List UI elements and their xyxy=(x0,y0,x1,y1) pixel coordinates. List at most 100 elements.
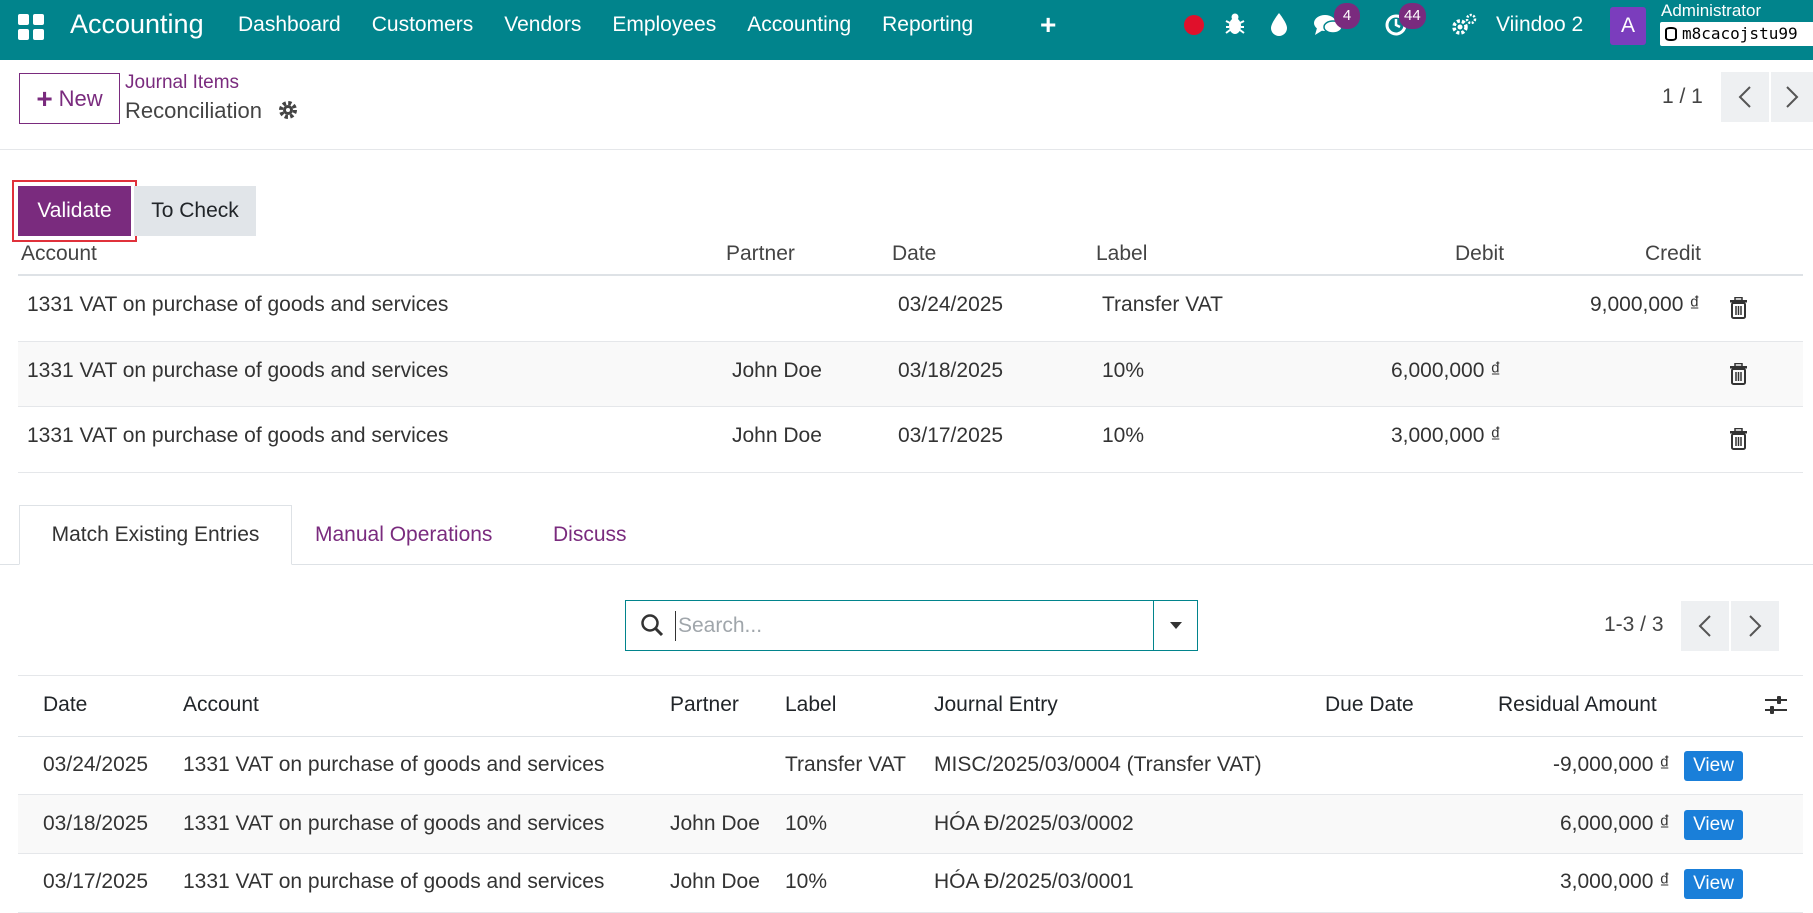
view-button[interactable]: View xyxy=(1684,810,1743,840)
tab-match-existing-entries[interactable]: Match Existing Entries xyxy=(19,505,292,565)
cell-label: 10% xyxy=(1102,424,1145,447)
cell-debit: 6,000,000 ₫ xyxy=(1390,359,1501,382)
menu-vendors[interactable]: Vendors xyxy=(504,13,581,37)
entries-previous-button[interactable] xyxy=(1681,601,1729,651)
company-switcher[interactable]: Viindoo 2 xyxy=(1496,13,1583,37)
tab-manual-operations[interactable]: Manual Operations xyxy=(315,523,492,547)
cell-debit: 3,000,000 ₫ xyxy=(1390,424,1501,447)
bug-icon[interactable] xyxy=(1224,12,1246,42)
main-menu: Dashboard Customers Vendors Employees Ac… xyxy=(238,13,1004,37)
record-icon[interactable] xyxy=(1184,15,1204,35)
caret-down-icon xyxy=(1169,622,1182,629)
cell-residual: 3,000,000 ₫ xyxy=(1559,870,1670,893)
cell-date: 03/18/2025 xyxy=(43,812,149,835)
new-button[interactable]: + New xyxy=(19,73,120,124)
cell-date: 03/24/2025 xyxy=(43,753,149,776)
cell-account: 1331 VAT on purchase of goods and servic… xyxy=(183,753,605,776)
col-journal-entry-header[interactable]: Journal Entry xyxy=(934,693,1058,717)
avatar[interactable]: A xyxy=(1610,7,1646,45)
row-divider xyxy=(18,406,1803,407)
cell-residual: 6,000,000 ₫ xyxy=(1559,812,1670,835)
col-partner-header[interactable]: Partner xyxy=(726,242,795,266)
to-check-button[interactable]: To Check xyxy=(134,186,256,236)
tab-discuss[interactable]: Discuss xyxy=(553,523,627,547)
optional-columns-icon[interactable] xyxy=(1764,694,1788,722)
cell-account: 1331 VAT on purchase of goods and servic… xyxy=(27,359,449,382)
drop-icon[interactable] xyxy=(1270,12,1288,42)
database-name: m8cacojstu99 xyxy=(1660,22,1813,46)
breadcrumb-journal-items[interactable]: Journal Items xyxy=(125,72,239,94)
cell-label: 10% xyxy=(1102,359,1145,382)
view-button[interactable]: View xyxy=(1684,869,1743,899)
col-debit-header[interactable]: Debit xyxy=(1455,242,1504,266)
col-date-header[interactable]: Date xyxy=(892,242,936,266)
database-label: m8cacojstu99 xyxy=(1682,24,1798,43)
cell-date: 03/18/2025 xyxy=(898,359,1004,382)
cell-credit: 9,000,000 ₫ xyxy=(1589,293,1700,316)
messages-badge: 4 xyxy=(1334,3,1360,29)
search-input[interactable] xyxy=(675,611,1135,641)
cell-journal-entry: HÓA Đ/2025/03/0001 xyxy=(934,870,1134,893)
cell-journal-entry: MISC/2025/03/0004 (Transfer VAT) xyxy=(934,753,1262,776)
pager-next-button[interactable] xyxy=(1771,72,1813,122)
cell-label: Transfer VAT xyxy=(785,753,906,776)
col-partner-header[interactable]: Partner xyxy=(670,693,739,717)
user-name[interactable]: Administrator xyxy=(1661,1,1761,21)
cell-journal-entry: HÓA Đ/2025/03/0002 xyxy=(934,812,1134,835)
activities-badge: 44 xyxy=(1399,3,1426,29)
plus-icon[interactable]: + xyxy=(1040,9,1056,41)
cell-date: 03/17/2025 xyxy=(898,424,1004,447)
entries-next-button[interactable] xyxy=(1731,601,1779,651)
menu-accounting[interactable]: Accounting xyxy=(747,13,851,37)
cell-label: Transfer VAT xyxy=(1102,293,1223,316)
record-pager: 1 / 1 xyxy=(1662,85,1703,108)
app-brand[interactable]: Accounting xyxy=(70,9,204,40)
cell-account: 1331 VAT on purchase of goods and servic… xyxy=(183,870,605,893)
trash-icon[interactable] xyxy=(1729,427,1748,456)
cell-account: 1331 VAT on purchase of goods and servic… xyxy=(27,293,449,316)
cell-account: 1331 VAT on purchase of goods and servic… xyxy=(183,812,605,835)
search-icon xyxy=(640,613,664,643)
cell-date: 03/17/2025 xyxy=(43,870,149,893)
col-account-header[interactable]: Account xyxy=(21,242,97,266)
menu-reporting[interactable]: Reporting xyxy=(882,13,973,37)
col-due-date-header[interactable]: Due Date xyxy=(1325,693,1414,717)
search-bar xyxy=(625,600,1154,651)
col-date-header[interactable]: Date xyxy=(43,693,87,717)
search-options-dropdown[interactable] xyxy=(1153,600,1198,651)
app-menu-icon[interactable] xyxy=(18,14,44,40)
col-credit-header[interactable]: Credit xyxy=(1645,242,1701,266)
page-title: Reconciliation xyxy=(125,98,262,123)
cell-partner: John Doe xyxy=(670,870,760,893)
table-top-divider xyxy=(18,675,1803,676)
database-icon xyxy=(1665,27,1677,41)
menu-dashboard[interactable]: Dashboard xyxy=(238,13,341,37)
cell-partner: John Doe xyxy=(732,424,822,447)
top-navbar: Accounting Dashboard Customers Vendors E… xyxy=(0,0,1813,60)
col-account-header[interactable]: Account xyxy=(183,693,259,717)
row-divider xyxy=(18,472,1803,473)
header-divider xyxy=(18,274,1803,276)
menu-employees[interactable]: Employees xyxy=(612,13,716,37)
trash-icon[interactable] xyxy=(1729,362,1748,391)
cell-residual: -9,000,000 ₫ xyxy=(1552,753,1670,776)
cell-label: 10% xyxy=(785,812,828,835)
menu-customers[interactable]: Customers xyxy=(372,13,474,37)
validate-button[interactable]: Validate xyxy=(18,186,131,236)
divider xyxy=(0,149,1813,150)
entries-pager: 1-3 / 3 xyxy=(1604,613,1664,636)
col-label-header[interactable]: Label xyxy=(785,693,836,717)
row-divider xyxy=(18,853,1803,854)
cell-partner: John Doe xyxy=(732,359,822,382)
new-button-label: New xyxy=(58,85,103,111)
view-button[interactable]: View xyxy=(1684,751,1743,781)
cell-partner: John Doe xyxy=(670,812,760,835)
col-residual-header[interactable]: Residual Amount xyxy=(1498,693,1657,717)
settings-icon[interactable] xyxy=(1451,13,1477,43)
pager-previous-button[interactable] xyxy=(1721,72,1769,122)
trash-icon[interactable] xyxy=(1729,296,1748,325)
header-divider xyxy=(18,736,1803,737)
gear-icon[interactable] xyxy=(277,99,299,127)
cell-date: 03/24/2025 xyxy=(898,293,1004,316)
col-label-header[interactable]: Label xyxy=(1096,242,1147,266)
